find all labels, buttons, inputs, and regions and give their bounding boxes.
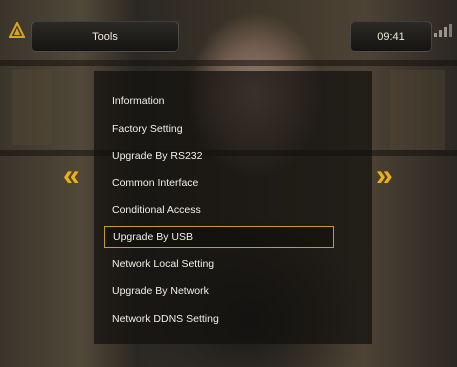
previous-menu-arrow-icon[interactable]: «: [63, 161, 85, 191]
menu-item-conditional-access[interactable]: Conditional Access: [104, 199, 334, 221]
receiver-logo-icon: [8, 20, 26, 38]
next-menu-arrow-icon[interactable]: »: [376, 161, 398, 191]
menu-item-network-local-setting[interactable]: Network Local Setting: [104, 253, 334, 275]
menu-item-information[interactable]: Information: [104, 90, 334, 112]
background-books: [390, 70, 445, 150]
menu-item-upgrade-by-rs232[interactable]: Upgrade By RS232: [104, 145, 334, 167]
menu-item-upgrade-by-usb[interactable]: Upgrade By USB: [104, 226, 334, 248]
background-books: [12, 70, 52, 145]
menu-title-bar: Tools: [31, 21, 179, 52]
signal-icon: [433, 24, 453, 38]
background-shelf: [0, 60, 457, 66]
clock-display: 09:41: [350, 21, 432, 52]
menu-item-common-interface[interactable]: Common Interface: [104, 172, 334, 194]
tools-menu-panel: Information Factory Setting Upgrade By R…: [94, 71, 372, 344]
menu-item-factory-setting[interactable]: Factory Setting: [104, 118, 334, 140]
menu-title: Tools: [92, 30, 118, 43]
clock-time: 09:41: [377, 30, 405, 43]
menu-item-network-ddns-setting[interactable]: Network DDNS Setting: [104, 308, 334, 330]
menu-item-upgrade-by-network[interactable]: Upgrade By Network: [104, 280, 334, 302]
